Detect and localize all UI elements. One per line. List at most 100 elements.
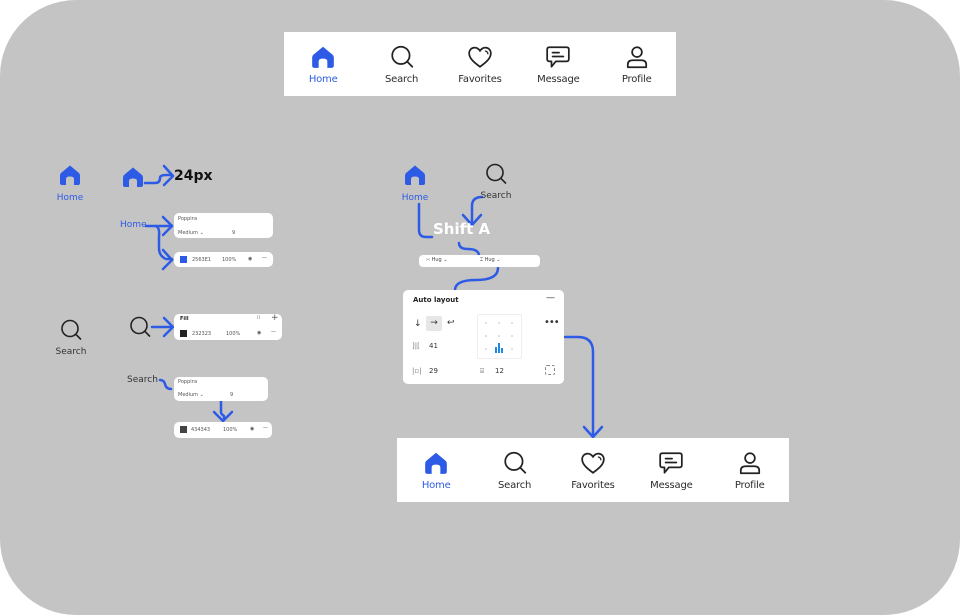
- home-icon-size-sample: [121, 165, 145, 194]
- font-weight-select[interactable]: Medium ⌄: [178, 230, 204, 236]
- remove-icon[interactable]: —: [271, 329, 276, 335]
- fill-hex[interactable]: 434343: [191, 427, 210, 433]
- layout-search-item: Search: [478, 162, 514, 201]
- width-mode: Hug: [431, 257, 442, 263]
- remove-icon[interactable]: —: [262, 255, 267, 261]
- auto-layout-panel: Auto layout — ↓ → ↩ ]|[ 41 |▫| 29 ••• ⌸ …: [403, 290, 564, 384]
- home-text-sample: Home: [120, 220, 147, 230]
- nav-item-message[interactable]: Message: [636, 450, 706, 491]
- add-icon[interactable]: +: [271, 313, 279, 323]
- clip-content-icon[interactable]: [545, 365, 555, 375]
- width-hug-select[interactable]: ›‹ Hug ⌄: [426, 257, 447, 263]
- shortcut-label: Shift A: [433, 220, 491, 238]
- search-text-sample: Search: [127, 375, 158, 385]
- direction-horizontal-button[interactable]: →: [426, 316, 442, 331]
- nav-label: Search: [385, 73, 419, 85]
- fill-opacity[interactable]: 100%: [223, 427, 237, 433]
- home-icon-spec: Home: [54, 163, 86, 203]
- profile-icon: [626, 45, 647, 68]
- home-label: Home: [401, 193, 429, 203]
- padding-vertical-icon: ⌸: [480, 367, 485, 375]
- search-icon: [61, 319, 82, 340]
- font-size[interactable]: 9: [230, 392, 233, 398]
- eye-icon[interactable]: ◉: [257, 330, 261, 336]
- home-icon: [123, 167, 143, 187]
- font-family: Poppins: [178, 379, 198, 385]
- home-icon: [312, 46, 335, 68]
- auto-layout-title: Auto layout: [413, 296, 459, 304]
- nav-label: Favorites: [458, 73, 502, 85]
- nav-item-message[interactable]: Message: [523, 44, 593, 85]
- padding-horizontal-value[interactable]: 29: [429, 367, 438, 375]
- font-weight: Medium: [178, 392, 198, 398]
- grid-icon[interactable]: ⁞⁞: [257, 315, 260, 321]
- spacing-icon: ]|[: [412, 342, 420, 350]
- message-icon: [546, 45, 571, 68]
- search-icon-spec: Search: [54, 318, 88, 357]
- fill-panel-search-text: 434343 100% ◉ —: [174, 422, 272, 438]
- fill-panel-search-icon: Fill ⁞⁞ + 232323 100% ◉ —: [174, 313, 282, 340]
- font-weight-select[interactable]: Medium ⌄: [178, 392, 204, 398]
- home-icon: [425, 452, 448, 474]
- nav-label: Profile: [621, 73, 652, 85]
- color-swatch[interactable]: [180, 256, 187, 263]
- height-hug-select[interactable]: ⌶ Hug ⌄: [480, 257, 500, 263]
- font-family: Poppins: [178, 216, 198, 222]
- home-icon: [405, 165, 425, 185]
- alignment-grid[interactable]: [477, 314, 522, 359]
- nav-label: Search: [498, 479, 532, 491]
- nav-item-search[interactable]: Search: [367, 44, 437, 85]
- fill-opacity[interactable]: 100%: [226, 331, 240, 337]
- nav-item-home[interactable]: Home: [401, 450, 471, 491]
- fill-hex[interactable]: 232323: [192, 331, 211, 337]
- padding-vertical-value[interactable]: 12: [495, 367, 504, 375]
- remove-icon[interactable]: —: [263, 425, 268, 431]
- color-swatch[interactable]: [180, 330, 187, 337]
- nav-item-favorites[interactable]: Favorites: [445, 44, 515, 85]
- message-icon: [659, 451, 684, 474]
- search-label: Search: [480, 191, 512, 201]
- nav-bar-top: Home Search Favorites Message Profile: [284, 32, 676, 96]
- color-swatch[interactable]: [180, 426, 187, 433]
- eye-icon[interactable]: ◉: [248, 256, 252, 262]
- alignment-grid-icon: [485, 322, 513, 353]
- direction-wrap-button[interactable]: ↩: [447, 318, 455, 328]
- direction-vertical-button[interactable]: ↓: [414, 319, 422, 329]
- font-weight: Medium: [178, 230, 198, 236]
- profile-icon: [739, 451, 760, 474]
- nav-label: Profile: [734, 479, 765, 491]
- spacing-value[interactable]: 41: [429, 342, 438, 350]
- nav-label: Home: [421, 479, 451, 491]
- hug-size-bar: ›‹ Hug ⌄ ⌶ Hug ⌄: [419, 255, 540, 267]
- nav-label: Favorites: [571, 479, 615, 491]
- search-icon: [486, 163, 507, 184]
- collapse-icon[interactable]: —: [546, 293, 555, 303]
- nav-bar-bottom: Home Search Favorites Message Profile: [397, 438, 789, 502]
- nav-item-search[interactable]: Search: [480, 450, 550, 491]
- nav-item-home[interactable]: Home: [288, 44, 358, 85]
- height-mode: Hug: [484, 257, 495, 263]
- search-label: Search: [55, 347, 87, 357]
- heart-icon: [581, 452, 605, 474]
- font-size[interactable]: 9: [232, 230, 235, 236]
- more-options-icon[interactable]: •••: [544, 317, 560, 328]
- fill-opacity[interactable]: 100%: [222, 257, 236, 263]
- nav-label: Message: [537, 73, 580, 85]
- fill-hex[interactable]: 2563E1: [192, 257, 211, 263]
- nav-item-profile[interactable]: Profile: [602, 44, 672, 85]
- search-icon-sample: [128, 315, 152, 344]
- layout-home-item: Home: [401, 163, 429, 203]
- nav-item-favorites[interactable]: Favorites: [558, 450, 628, 491]
- fill-title: Fill: [180, 316, 189, 322]
- heart-icon: [468, 46, 492, 68]
- font-panel-home: Poppins Medium ⌄ 9: [174, 213, 273, 238]
- padding-horizontal-icon: |▫|: [412, 367, 422, 375]
- nav-item-profile[interactable]: Profile: [715, 450, 785, 491]
- eye-icon[interactable]: ◉: [250, 426, 254, 432]
- home-label: Home: [56, 193, 84, 203]
- nav-label: Home: [308, 73, 338, 85]
- home-icon: [60, 165, 80, 185]
- icon-size-label: 24px: [174, 168, 213, 184]
- font-panel-search: Poppins Medium ⌄ 9: [174, 377, 268, 401]
- search-icon: [130, 316, 151, 337]
